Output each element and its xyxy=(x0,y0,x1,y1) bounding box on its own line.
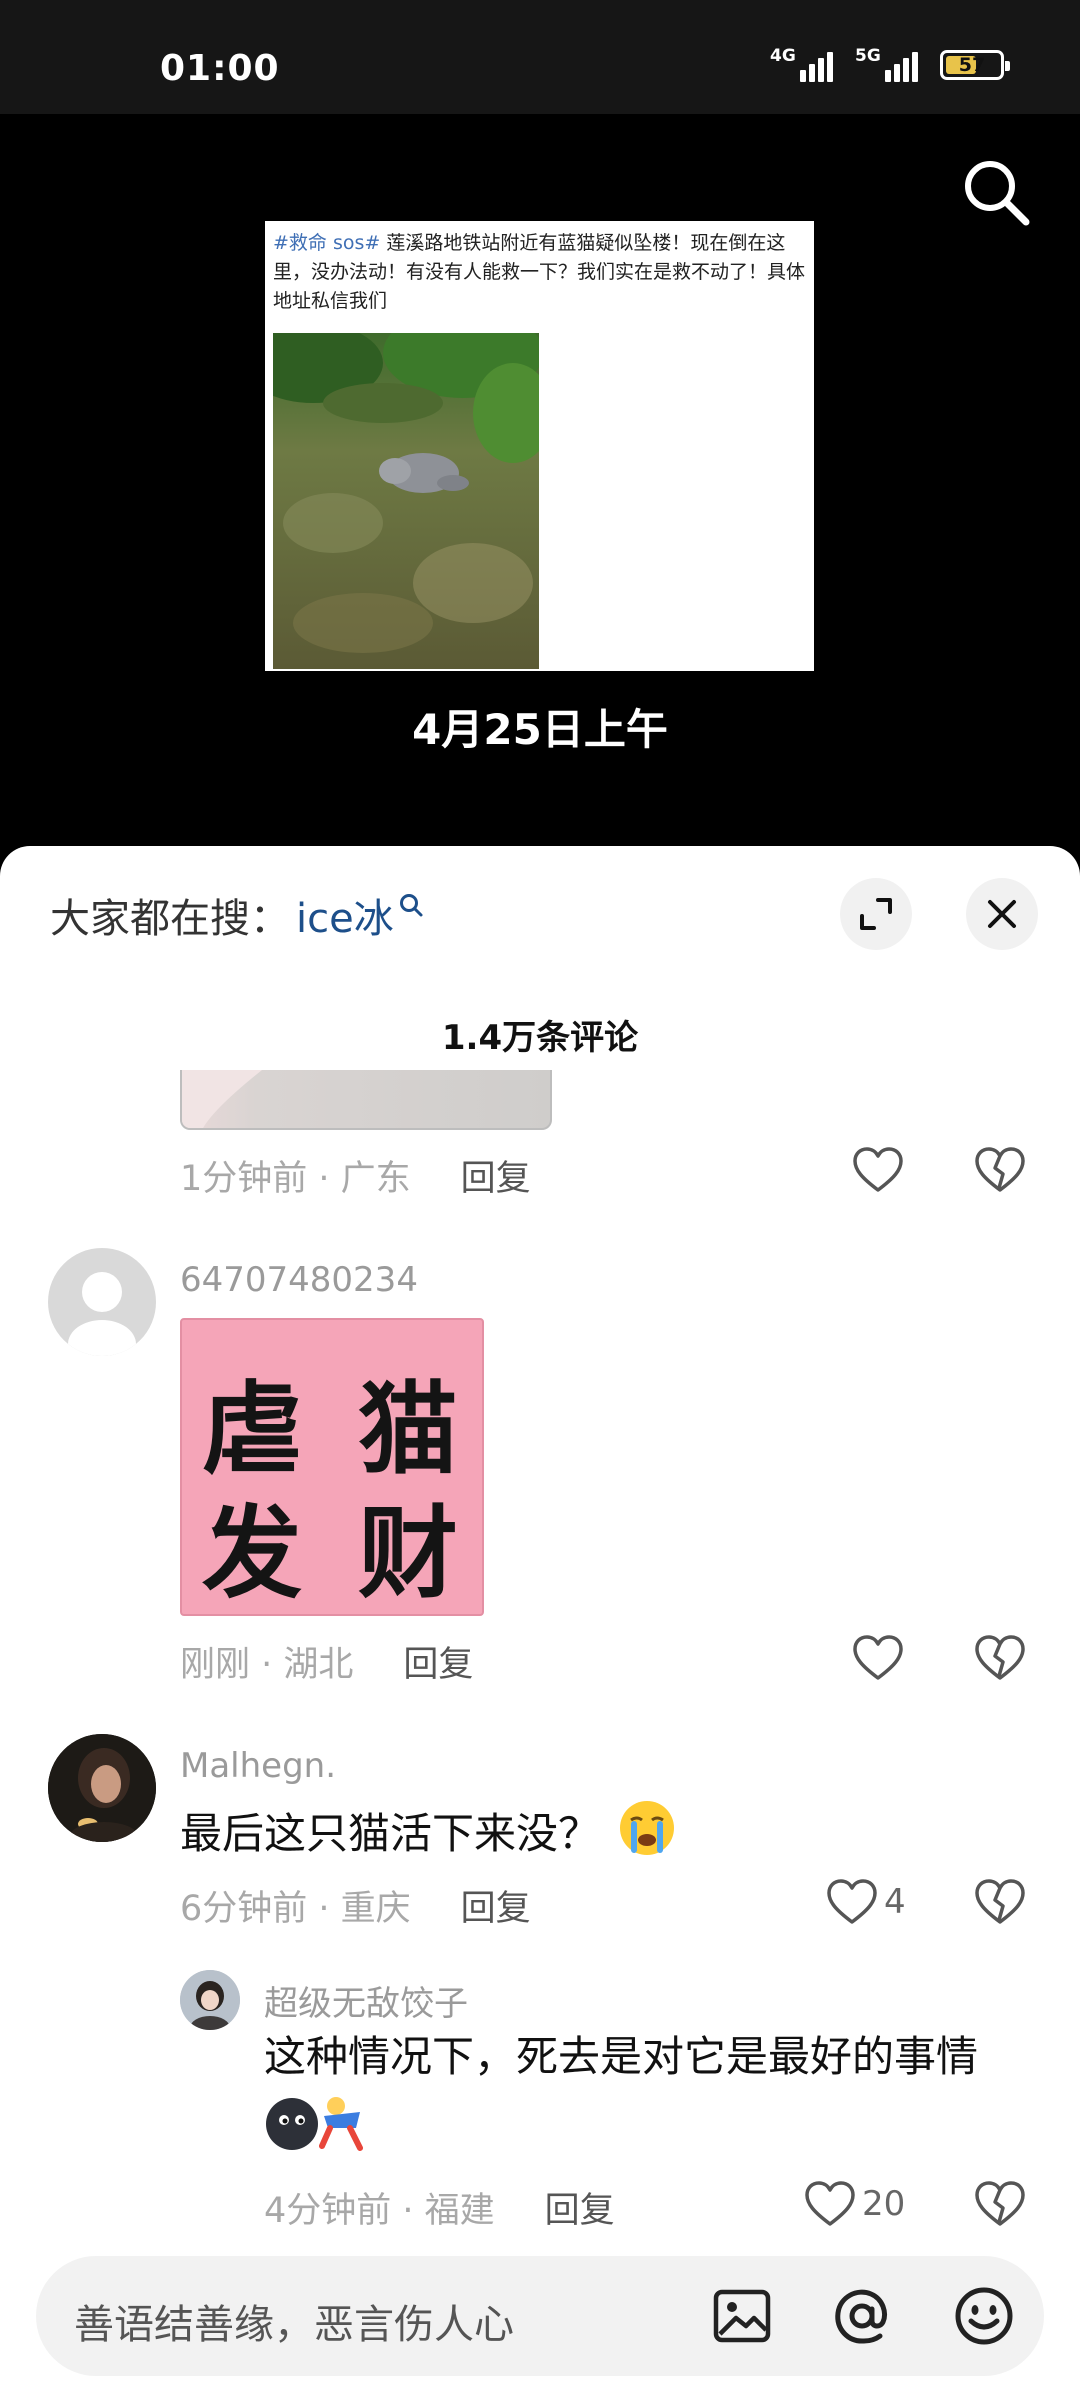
comment-sticker[interactable]: 虐 猫 发 财 xyxy=(180,1318,484,1616)
user-photo-avatar xyxy=(48,1734,156,1842)
search-button[interactable] xyxy=(958,154,1034,230)
trending-search-keyword[interactable]: ice冰 xyxy=(296,886,394,944)
status-time: 01:00 xyxy=(160,48,280,89)
comment-meta: 1分钟前 · 广东 回复 xyxy=(180,1150,531,1201)
like-button[interactable]: 20 xyxy=(804,2180,905,2228)
comment-meta: 4分钟前 · 福建 回复 xyxy=(264,2182,615,2233)
broken-heart-icon xyxy=(975,2181,1025,2226)
default-avatar-icon xyxy=(68,1272,136,1356)
at-icon xyxy=(835,2289,887,2344)
comment-input-placeholder: 善语结善缘，恶言伤人心 xyxy=(74,2302,514,2348)
broken-heart-icon xyxy=(975,1879,1025,1924)
dislike-button[interactable] xyxy=(974,1634,1026,1686)
comment-meta: 刚刚 · 湖北 回复 xyxy=(180,1636,473,1687)
status-bar: 01:00 4G 5G 57 xyxy=(0,0,1080,114)
post-screenshot: #救命 sos# 莲溪路地铁站附近有蓝猫疑似坠楼！现在倒在这里，没办法动！有没有… xyxy=(265,221,814,671)
avatar[interactable] xyxy=(48,1734,156,1842)
comment-text[interactable]: 最后这只猫活下来没？ xyxy=(180,1798,677,1865)
search-icon xyxy=(965,161,1030,226)
heart-icon xyxy=(827,1879,877,1924)
image-button[interactable] xyxy=(710,2284,774,2348)
broken-heart-icon xyxy=(975,1635,1025,1680)
cat-photo xyxy=(273,333,539,669)
avatar[interactable] xyxy=(180,1970,240,2030)
signal-5g-icon: 5G xyxy=(855,46,918,82)
reply-button[interactable]: 回复 xyxy=(545,2191,615,2231)
crying-emoji-icon xyxy=(620,1801,675,1855)
broken-heart-icon xyxy=(975,1147,1025,1192)
comment-time-location: 6分钟前 · 重庆 xyxy=(180,1889,411,1929)
heart-icon xyxy=(853,1147,903,1192)
sticker-char: 发 xyxy=(202,1495,302,1612)
dislike-button[interactable] xyxy=(974,1878,1026,1930)
status-icons: 4G 5G 57 xyxy=(770,46,1010,82)
comment-meta: 6分钟前 · 重庆 回复 xyxy=(180,1880,531,1931)
search-icon xyxy=(399,894,423,917)
expand-icon xyxy=(860,898,892,930)
reply-button[interactable]: 回复 xyxy=(461,1889,531,1929)
emoji-button[interactable] xyxy=(952,2284,1016,2348)
mention-button[interactable] xyxy=(830,2284,894,2348)
sticker-char: 财 xyxy=(358,1495,458,1612)
battery-level: 57 xyxy=(958,54,986,76)
battery-icon: 57 xyxy=(940,50,1010,80)
comment-text[interactable]: 这种情况下，死去是对它是最好的事情 xyxy=(264,2026,1044,2152)
comment-username[interactable]: 超级无敌饺子 xyxy=(264,1976,468,2025)
trending-search[interactable]: 大家都在搜： ice冰 xyxy=(50,886,424,944)
post-text: #救命 sos# 莲溪路地铁站附近有蓝猫疑似坠楼！现在倒在这里，没办法动！有没有… xyxy=(273,229,808,316)
image-icon xyxy=(713,2289,771,2343)
dislike-button[interactable] xyxy=(974,1146,1026,1198)
video-caption: 4月25日上午 xyxy=(412,705,668,754)
smiley-icon xyxy=(955,2287,1013,2345)
heart-icon xyxy=(805,2181,855,2226)
like-count: 20 xyxy=(862,2184,906,2224)
like-button[interactable] xyxy=(852,1634,904,1682)
post-hashtag: #救命 sos# xyxy=(273,232,381,254)
signal-4g-icon: 4G xyxy=(770,46,833,82)
like-button[interactable]: 4 xyxy=(826,1878,906,1926)
reply-button[interactable]: 回复 xyxy=(461,1159,531,1199)
comment-image[interactable] xyxy=(180,1070,552,1130)
comment-time-location: 4分钟前 · 福建 xyxy=(264,2191,495,2231)
dislike-button[interactable] xyxy=(974,2180,1026,2232)
sticker-emoji-icon xyxy=(266,2096,363,2151)
comment-time-location: 1分钟前 · 广东 xyxy=(180,1159,411,1199)
user-photo-avatar xyxy=(180,1970,240,2030)
comment-username[interactable]: Malhegn. xyxy=(180,1746,336,1786)
like-button[interactable] xyxy=(852,1146,904,1194)
video-player[interactable]: #救命 sos# 莲溪路地铁站附近有蓝猫疑似坠楼！现在倒在这里，没办法动！有没有… xyxy=(0,114,1080,854)
like-count: 4 xyxy=(884,1882,906,1922)
close-button[interactable] xyxy=(966,878,1038,950)
avatar[interactable] xyxy=(48,1248,156,1356)
comment-time-location: 刚刚 · 湖北 xyxy=(180,1645,354,1685)
comment-username[interactable]: 64707480234 xyxy=(180,1260,418,1300)
reply-button[interactable]: 回复 xyxy=(403,1645,473,1685)
trending-search-prefix: 大家都在搜： xyxy=(50,896,290,942)
heart-icon xyxy=(853,1635,903,1680)
close-icon xyxy=(988,900,1016,928)
comment-input[interactable]: 善语结善缘，恶言伤人心 xyxy=(36,2256,1044,2376)
expand-button[interactable] xyxy=(840,878,912,950)
comment-sheet: 大家都在搜： ice冰 1.4万条评论 1分钟前 · 广东 回复 6470748… xyxy=(0,846,1080,2400)
comment-count: 1.4万条评论 xyxy=(441,1018,639,1058)
